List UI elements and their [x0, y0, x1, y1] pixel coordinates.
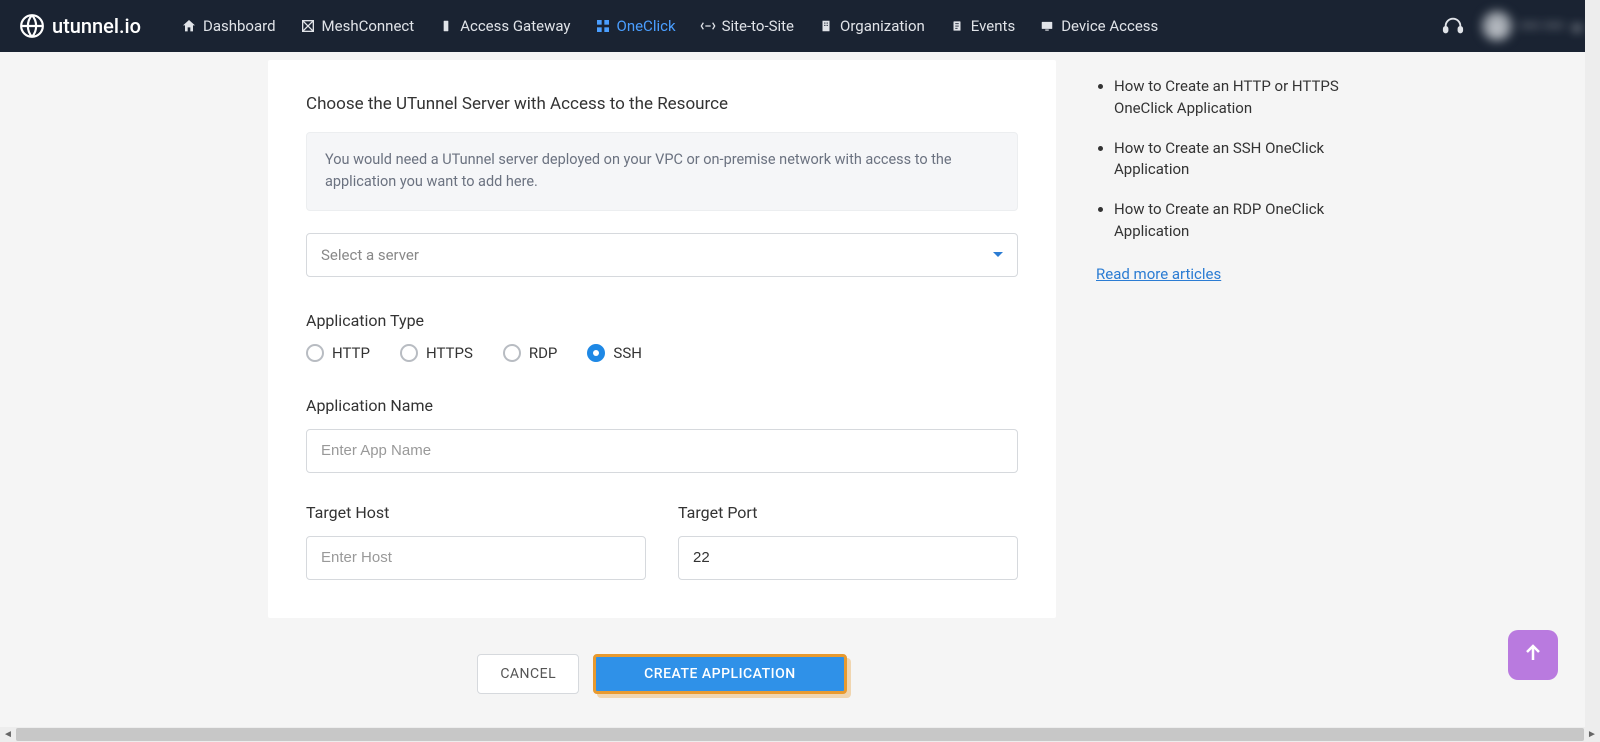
server-select[interactable]: Select a server — [306, 233, 1018, 277]
server-select-wrap: Select a server — [306, 233, 1018, 277]
brand-text: utunnel.io — [52, 14, 141, 38]
nav-label: Events — [971, 17, 1015, 35]
nav-label: Dashboard — [203, 17, 276, 35]
gateway-icon — [438, 18, 454, 34]
nav-meshconnect[interactable]: MeshConnect — [300, 0, 415, 52]
events-icon — [949, 18, 965, 34]
radio-circle — [503, 344, 521, 362]
nav-label: MeshConnect — [322, 17, 415, 35]
read-more-link[interactable]: Read more articles — [1096, 265, 1221, 283]
target-port-input[interactable] — [678, 536, 1018, 580]
nav-label: Access Gateway — [460, 17, 570, 35]
target-host-label: Target Host — [306, 503, 646, 522]
radio-label: HTTPS — [426, 344, 473, 362]
nav-label: Organization — [840, 17, 925, 35]
home-icon — [181, 18, 197, 34]
support-icon[interactable] — [1442, 15, 1464, 37]
utunnel-logo-icon — [18, 12, 46, 40]
user-menu[interactable]: •••• •••• — [1482, 11, 1582, 41]
vertical-scrollbar[interactable] — [1585, 0, 1600, 727]
device-icon — [1039, 18, 1055, 34]
form-card: Choose the UTunnel Server with Access to… — [268, 60, 1056, 618]
link-icon — [700, 18, 716, 34]
radio-circle — [400, 344, 418, 362]
help-link[interactable]: How to Create an RDP OneClick Applicatio… — [1114, 199, 1356, 243]
grid-icon — [595, 18, 611, 34]
arrow-up-icon — [1521, 641, 1545, 669]
top-nav: utunnel.io Dashboard MeshConnect Access … — [0, 0, 1600, 52]
app-name-input[interactable] — [306, 429, 1018, 473]
help-sidebar: How to Create an HTTP or HTTPS OneClick … — [1096, 52, 1356, 726]
caret-down-icon — [1572, 17, 1582, 36]
avatar — [1482, 11, 1512, 41]
target-port-col: Target Port — [678, 503, 1018, 580]
nav-right: •••• •••• — [1442, 11, 1582, 41]
create-label: CREATE APPLICATION — [644, 666, 796, 682]
app-type-radios: HTTP HTTPS RDP SSH — [306, 344, 1018, 362]
help-list: How to Create an HTTP or HTTPS OneClick … — [1096, 76, 1356, 243]
user-name: •••• •••• — [1520, 17, 1564, 35]
nav-items: Dashboard MeshConnect Access Gateway One… — [181, 0, 1442, 52]
radio-label: HTTP — [332, 344, 370, 362]
radio-ssh[interactable]: SSH — [587, 344, 642, 362]
target-host-input[interactable] — [306, 536, 646, 580]
scroll-left-icon[interactable]: ◄ — [0, 727, 16, 742]
cancel-button[interactable]: CANCEL — [477, 654, 579, 694]
radio-rdp[interactable]: RDP — [503, 344, 558, 362]
radio-circle — [587, 344, 605, 362]
radio-https[interactable]: HTTPS — [400, 344, 473, 362]
help-link[interactable]: How to Create an HTTP or HTTPS OneClick … — [1114, 76, 1356, 120]
radio-label: SSH — [613, 344, 642, 362]
target-port-label: Target Port — [678, 503, 1018, 522]
radio-label: RDP — [529, 344, 558, 362]
cancel-label: CANCEL — [500, 666, 556, 682]
nav-events[interactable]: Events — [949, 0, 1015, 52]
org-icon — [818, 18, 834, 34]
radio-circle — [306, 344, 324, 362]
nav-label: Site-to-Site — [722, 17, 794, 35]
nav-accessgateway[interactable]: Access Gateway — [438, 0, 570, 52]
info-box: You would need a UTunnel server deployed… — [306, 132, 1018, 211]
nav-label: OneClick — [617, 17, 676, 35]
server-select-placeholder: Select a server — [321, 246, 419, 264]
section-title: Choose the UTunnel Server with Access to… — [306, 94, 1018, 114]
action-row: CANCEL CREATE APPLICATION — [268, 654, 1056, 726]
brand-logo[interactable]: utunnel.io — [18, 12, 141, 40]
nav-label: Device Access — [1061, 17, 1158, 35]
scroll-top-fab[interactable] — [1508, 630, 1558, 680]
radio-http[interactable]: HTTP — [306, 344, 370, 362]
nav-dashboard[interactable]: Dashboard — [181, 0, 276, 52]
scroll-right-icon[interactable]: ► — [1584, 727, 1600, 742]
chevron-down-icon — [993, 252, 1003, 257]
mesh-icon — [300, 18, 316, 34]
scroll-thumb[interactable] — [16, 728, 1584, 741]
nav-organization[interactable]: Organization — [818, 0, 925, 52]
horizontal-scrollbar[interactable]: ◄ ► — [0, 727, 1600, 742]
nav-deviceaccess[interactable]: Device Access — [1039, 0, 1158, 52]
create-application-button[interactable]: CREATE APPLICATION — [593, 654, 847, 694]
help-link[interactable]: How to Create an SSH OneClick Applicatio… — [1114, 138, 1356, 182]
nav-oneclick[interactable]: OneClick — [595, 0, 676, 52]
nav-sitetosite[interactable]: Site-to-Site — [700, 0, 794, 52]
page-body: Choose the UTunnel Server with Access to… — [0, 52, 1600, 726]
host-port-row: Target Host Target Port — [306, 503, 1018, 580]
main-column: Choose the UTunnel Server with Access to… — [268, 52, 1056, 726]
target-host-col: Target Host — [306, 503, 646, 580]
app-type-label: Application Type — [306, 311, 1018, 330]
app-name-label: Application Name — [306, 396, 1018, 415]
